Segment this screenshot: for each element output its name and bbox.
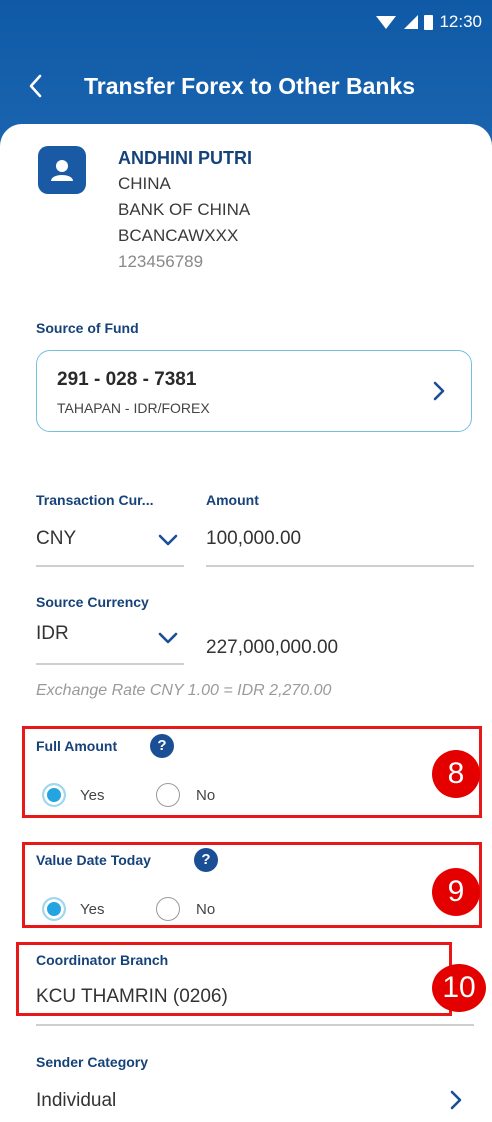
- coordinator-branch-underline: [36, 1024, 474, 1026]
- chevron-right-icon[interactable]: [450, 1090, 462, 1110]
- chevron-down-icon[interactable]: [158, 534, 178, 546]
- wifi-icon: [376, 14, 397, 30]
- page-title: Transfer Forex to Other Banks: [84, 72, 416, 99]
- status-time: 12:30: [439, 12, 482, 31]
- transaction-currency-label: Transaction Cur...: [36, 492, 154, 508]
- transaction-currency-underline: [36, 565, 184, 567]
- source-of-fund-selector[interactable]: 291 - 028 - 7381 TAHAPAN - IDR/FOREX: [36, 350, 472, 432]
- source-currency-label: Source Currency: [36, 594, 149, 610]
- recipient-details: ANDHINI PUTRI CHINA BANK OF CHINA BCANCA…: [118, 146, 252, 274]
- recipient-name: ANDHINI PUTRI: [118, 148, 252, 168]
- exchange-rate-text: Exchange Rate CNY 1.00 = IDR 2,270.00: [36, 682, 332, 699]
- sender-category-label: Sender Category: [36, 1054, 149, 1070]
- amount-underline: [206, 565, 474, 567]
- annotation-badge-8: 8: [432, 750, 480, 798]
- recipient-country: CHINA: [118, 174, 171, 193]
- back-button[interactable]: [0, 64, 70, 108]
- annotation-badge-10: 10: [432, 964, 486, 1012]
- signal-icon: [402, 14, 419, 30]
- person-icon: [38, 146, 86, 194]
- source-currency-dropdown[interactable]: IDR: [36, 623, 69, 645]
- transaction-currency-dropdown[interactable]: CNY: [36, 528, 76, 550]
- annotation-box-9: [22, 842, 482, 928]
- battery-icon: [424, 14, 434, 30]
- annotation-box-10: [16, 942, 452, 1016]
- status-bar: 12:30: [376, 8, 482, 36]
- converted-amount: 227,000,000.00: [206, 637, 339, 658]
- amount-input[interactable]: 100,000.00: [206, 528, 301, 550]
- source-account-type: TAHAPAN - IDR/FOREX: [57, 400, 210, 416]
- recipient-swift: BCANCAWXXX: [118, 226, 239, 245]
- amount-label: Amount: [206, 492, 259, 508]
- chevron-right-icon: [433, 381, 445, 401]
- recipient-account: 123456789: [118, 252, 204, 271]
- back-arrow-icon: [29, 74, 42, 98]
- title-row: Transfer Forex to Other Banks: [0, 64, 492, 108]
- source-account-number: 291 - 028 - 7381: [57, 369, 197, 390]
- source-of-fund-label: Source of Fund: [36, 320, 139, 336]
- annotation-box-8: [22, 726, 482, 818]
- sender-category-selector[interactable]: Individual: [36, 1090, 116, 1112]
- source-currency-underline: [36, 663, 184, 665]
- recipient-bank: BANK OF CHINA: [118, 200, 251, 219]
- chevron-down-icon[interactable]: [158, 632, 178, 644]
- annotation-badge-9: 9: [432, 868, 480, 916]
